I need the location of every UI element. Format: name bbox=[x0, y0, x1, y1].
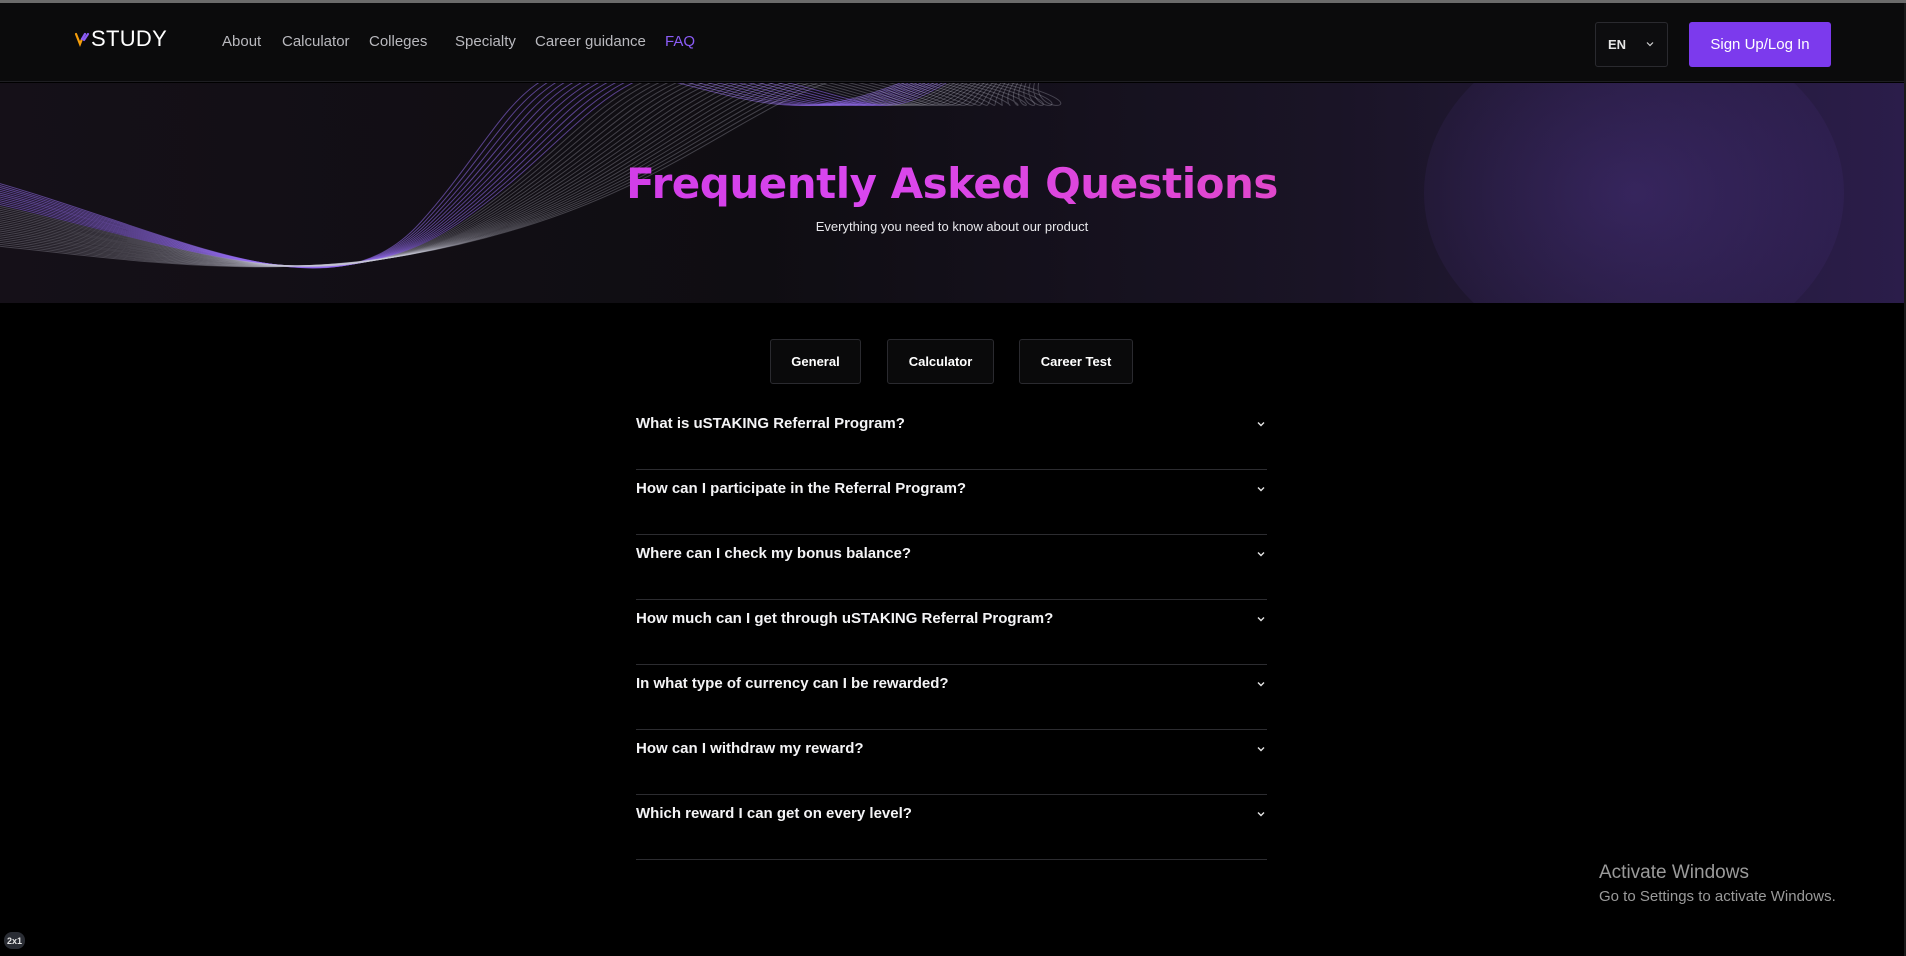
faq-question: How can I participate in the Referral Pr… bbox=[636, 480, 967, 497]
nav-link-career-guidance[interactable]: Career guidance bbox=[535, 33, 646, 50]
faq-question: What is uSTAKING Referral Program? bbox=[636, 415, 905, 432]
page-subtitle: Everything you need to know about our pr… bbox=[815, 219, 1089, 234]
tab-calculator[interactable]: Calculator bbox=[887, 339, 994, 384]
logo-text: STUDY bbox=[91, 26, 168, 51]
faq-item[interactable]: How can I withdraw my reward? bbox=[636, 730, 1267, 795]
language-value: EN bbox=[1608, 37, 1627, 52]
nav-link-faq[interactable]: FAQ bbox=[665, 33, 695, 50]
signup-login-button[interactable]: Sign Up/Log In bbox=[1689, 22, 1831, 67]
nav-link-calculator[interactable]: Calculator bbox=[282, 33, 350, 50]
faq-item[interactable]: How much can I get through uSTAKING Refe… bbox=[636, 600, 1267, 665]
nav-link-about[interactable]: About bbox=[222, 33, 261, 50]
faq-item[interactable]: Which reward I can get on every level? bbox=[636, 795, 1267, 860]
faq-item[interactable]: In what type of currency can I be reward… bbox=[636, 665, 1267, 730]
faq-question: How much can I get through uSTAKING Refe… bbox=[636, 610, 1054, 627]
faq-item[interactable]: Where can I check my bonus balance? bbox=[636, 535, 1267, 600]
chevron-down-icon bbox=[1257, 487, 1265, 492]
chevron-down-icon bbox=[1257, 812, 1265, 817]
page: STUDY About Calculator Colleges Specialt… bbox=[0, 0, 1906, 956]
nav-link-colleges[interactable]: Colleges bbox=[369, 33, 427, 50]
watermark-title: Activate Windows bbox=[1599, 862, 1749, 883]
hero-banner: Frequently Asked Questions Everything yo… bbox=[0, 83, 1904, 303]
faq-question: How can I withdraw my reward? bbox=[636, 740, 864, 757]
logo[interactable]: STUDY bbox=[74, 25, 167, 53]
logo-mark-icon bbox=[74, 32, 90, 47]
chevron-down-icon bbox=[1257, 682, 1265, 687]
faq-list: What is uSTAKING Referral Program? How ca… bbox=[636, 405, 1267, 860]
chevron-down-icon bbox=[1257, 747, 1265, 752]
faq-question: In what type of currency can I be reward… bbox=[636, 675, 949, 692]
nav-link-specialty[interactable]: Specialty bbox=[455, 33, 516, 50]
tab-general[interactable]: General bbox=[770, 339, 861, 384]
page-title: Frequently Asked Questions bbox=[0, 159, 1904, 208]
faq-item[interactable]: What is uSTAKING Referral Program? bbox=[636, 405, 1267, 470]
chevron-down-icon bbox=[1257, 617, 1265, 622]
navbar: STUDY About Calculator Colleges Specialt… bbox=[0, 3, 1904, 82]
faq-item[interactable]: How can I participate in the Referral Pr… bbox=[636, 470, 1267, 535]
faq-question: Which reward I can get on every level? bbox=[636, 805, 912, 822]
chevron-down-icon bbox=[1257, 422, 1265, 427]
language-select[interactable]: EN bbox=[1595, 22, 1668, 67]
faq-question: Where can I check my bonus balance? bbox=[636, 545, 912, 562]
corner-badge: 2x1 bbox=[4, 932, 25, 949]
watermark-subtitle: Go to Settings to activate Windows. bbox=[1599, 888, 1836, 905]
tab-career-test[interactable]: Career Test bbox=[1019, 339, 1133, 384]
windows-activation-watermark: Activate Windows Go to Settings to activ… bbox=[1599, 862, 1836, 905]
chevron-down-icon bbox=[1646, 42, 1654, 47]
chevron-down-icon bbox=[1257, 552, 1265, 557]
